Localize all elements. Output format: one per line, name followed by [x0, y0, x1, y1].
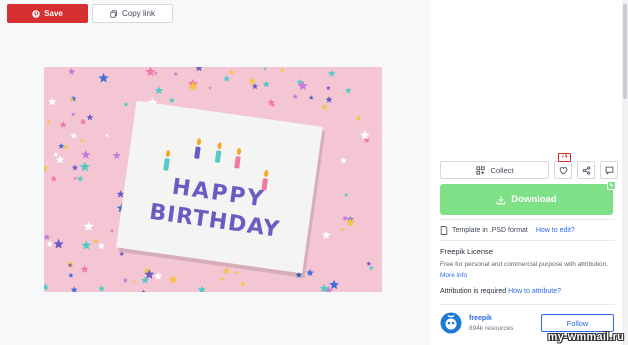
license-title: Freepik License [440, 247, 493, 256]
scrollbar-thumb[interactable] [623, 4, 627, 99]
author-name[interactable]: freepik [469, 315, 513, 322]
share-icon [582, 165, 590, 175]
attribution-info: Attribution is required How to attribute… [440, 288, 561, 295]
how-to-edit-link[interactable]: How to edit? [536, 227, 575, 234]
author-text: freepik 894k resources [469, 315, 513, 332]
collect-label: Collect [490, 165, 514, 175]
save-label: Save [44, 9, 63, 18]
how-to-attribute-link[interactable]: How to attribute? [508, 288, 561, 295]
divider [440, 304, 615, 305]
license-text: Free for personal and commercial purpose… [440, 261, 608, 268]
comment-icon [605, 166, 613, 175]
watermark: my-wmmail.ru [547, 331, 624, 343]
divider [440, 240, 615, 241]
preview-pane: Save Copy link HAPPY BIRTHDAY [0, 0, 430, 345]
file-icon [440, 226, 448, 235]
download-button[interactable]: Download ✎ [440, 181, 616, 215]
pinterest-icon [32, 9, 40, 18]
birthday-card-image: HAPPY BIRTHDAY [44, 67, 382, 292]
download-icon [496, 195, 506, 204]
page: Save Copy link HAPPY BIRTHDAY Collect 74… [0, 0, 628, 345]
follow-button[interactable]: Follow [541, 314, 614, 332]
copy-label: Copy link [122, 9, 155, 18]
more-info-link[interactable]: More info [440, 272, 467, 279]
like-button[interactable]: 74 [554, 153, 572, 179]
comment-button[interactable] [600, 161, 618, 179]
copy-icon [110, 9, 117, 18]
heart-icon [559, 166, 567, 174]
copy-link-button[interactable]: Copy link [92, 4, 173, 23]
divider [440, 219, 615, 220]
download-label: Download [511, 194, 557, 205]
resource-actions: Collect 74 [440, 153, 618, 179]
detail-panel: Collect 74 Download ✎ Template in .PSD f… [430, 0, 628, 345]
template-format: Template in .PSD format [452, 227, 528, 234]
attribution-text: Attribution is required [440, 288, 507, 295]
collect-button[interactable]: Collect [440, 161, 549, 179]
image-preview[interactable]: HAPPY BIRTHDAY [44, 67, 382, 292]
author-resources: 894k resources [469, 324, 514, 332]
download-premium-icon: ✎ [607, 181, 616, 190]
collection-icon [475, 165, 485, 175]
save-button[interactable]: Save [7, 4, 88, 23]
author-info: freepik 894k resources [440, 312, 513, 334]
template-info: Template in .PSD format How to edit? [440, 226, 575, 235]
likes-count: 74 [558, 153, 571, 162]
scrollbar[interactable] [622, 0, 628, 345]
freepik-logo-avatar[interactable] [440, 312, 462, 334]
share-actions: Save Copy link [7, 4, 173, 23]
share-button[interactable] [577, 161, 595, 179]
license-description: Free for personal and commercial purpose… [440, 259, 608, 281]
